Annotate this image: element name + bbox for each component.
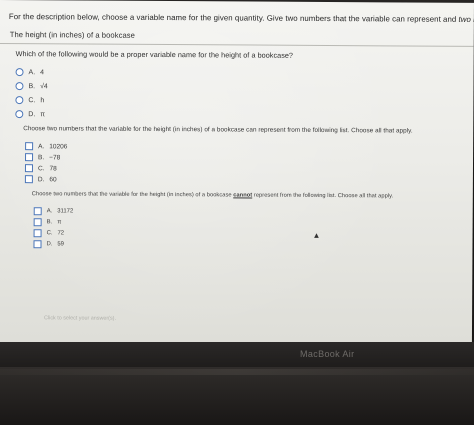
checkbox-icon[interactable]	[25, 142, 34, 151]
option-letter: D.	[28, 110, 36, 118]
laptop-bezel	[0, 342, 474, 367]
checkbox-icon[interactable]	[33, 218, 42, 227]
option-text: 4	[40, 68, 45, 76]
option-letter: B.	[28, 82, 36, 90]
option-letter: C.	[46, 230, 53, 237]
question-1-option-b[interactable]: B. √4	[15, 80, 48, 92]
option-text: 78	[49, 164, 57, 172]
question-3-prompt: Choose two numbers that the variable for…	[32, 191, 393, 199]
option-text: √4	[40, 82, 48, 90]
option-letter: B.	[46, 219, 53, 226]
base-glare	[0, 369, 474, 375]
option-text: π	[57, 219, 62, 226]
checkbox-icon[interactable]	[33, 207, 42, 216]
instruction-prefix: For the description below, choose a vari…	[8, 12, 459, 24]
laptop-screen: For the description below, choose a vari…	[0, 0, 474, 345]
option-text: 10206	[49, 142, 68, 150]
radio-icon[interactable]	[15, 96, 24, 105]
question-3-prompt-suffix: represent from the following list. Choos…	[252, 192, 394, 200]
radio-icon[interactable]	[15, 110, 24, 119]
checkbox-icon[interactable]	[33, 240, 42, 249]
option-text: 72	[57, 230, 65, 237]
question-2-prompt: Choose two numbers that the variable for…	[23, 125, 413, 135]
question-3-prompt-prefix: Choose two numbers that the variable for…	[31, 191, 234, 199]
question-1-prompt: Which of the following would be a proper…	[15, 49, 294, 60]
question-1-option-a[interactable]: A. 4	[15, 66, 45, 78]
option-letter: A.	[46, 208, 53, 215]
option-letter: D.	[46, 241, 53, 248]
option-text: 60	[49, 175, 57, 183]
option-letter: C.	[28, 96, 36, 104]
checkbox-icon[interactable]	[25, 153, 34, 162]
question-1-option-d[interactable]: D. π	[15, 108, 45, 120]
option-letter: B.	[38, 153, 45, 161]
option-text: −78	[49, 153, 61, 161]
option-text: π	[40, 110, 46, 118]
checkbox-icon[interactable]	[24, 164, 33, 173]
option-letter: A.	[28, 68, 36, 76]
radio-icon[interactable]	[15, 68, 24, 77]
option-text: h	[40, 96, 45, 104]
mouse-cursor-icon: ▲	[312, 230, 321, 240]
laptop-brand-label: MacBook Air	[300, 349, 355, 359]
question-1-option-c[interactable]: C. h	[15, 94, 44, 106]
option-text: 59	[57, 241, 64, 248]
quantity-description: The height (in inches) of a bookcase	[9, 30, 135, 40]
checkbox-icon[interactable]	[33, 229, 42, 238]
option-text: 31172	[57, 208, 74, 215]
instruction-text: For the description below, choose a vari…	[9, 12, 474, 25]
question-3-option-d[interactable]: D. 59	[33, 238, 64, 250]
laptop-base	[0, 367, 474, 425]
option-letter: C.	[37, 164, 45, 172]
checkbox-icon[interactable]	[24, 175, 33, 184]
select-answer-hint: Click to select your answer(s).	[44, 315, 116, 322]
question-3-prompt-emphasis: cannot	[233, 192, 253, 199]
option-letter: A.	[38, 142, 45, 150]
question-2-option-d[interactable]: D. 60	[24, 173, 57, 185]
instruction-italic: two numbers that it cannot represent	[458, 14, 474, 25]
radio-icon[interactable]	[15, 82, 24, 91]
option-letter: D.	[37, 175, 45, 183]
section-divider	[0, 42, 474, 47]
